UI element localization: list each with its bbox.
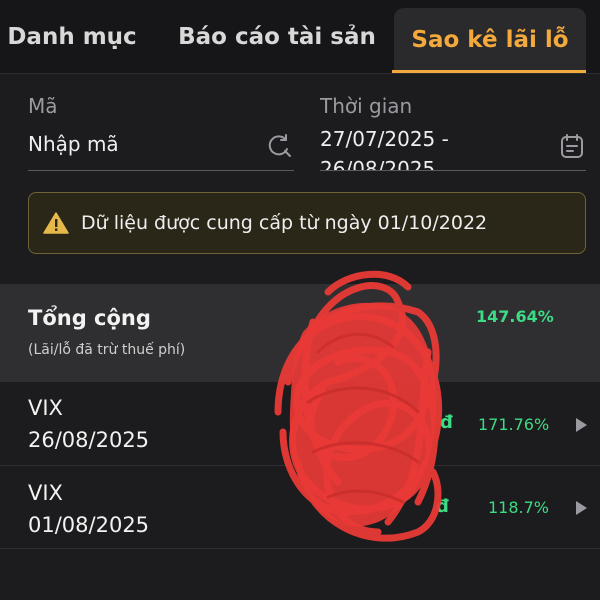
trade-date: 26/08/2025 (28, 428, 150, 452)
total-title: Tổng cộng (28, 306, 151, 330)
tab-profit-loss-statement[interactable]: Sao kê lãi lỗ (394, 8, 586, 72)
tab-bar: Danh mục Báo cáo tài sản Sao kê lãi lỗ (0, 0, 600, 74)
notice-text: Dữ liệu được cung cấp từ ngày 01/10/2022 (81, 212, 488, 234)
warning-icon (43, 212, 69, 234)
data-availability-notice: Dữ liệu được cung cấp từ ngày 01/10/2022 (28, 192, 586, 254)
redaction-scribble (274, 270, 443, 542)
total-percent: 147.64% (476, 307, 554, 326)
total-subtitle: (Lãi/lỗ đã trừ thuế phí) (28, 342, 186, 358)
code-input[interactable]: Nhập mã (28, 132, 119, 156)
period-field[interactable]: 27/07/2025 - 26/08/2025 (320, 124, 520, 170)
chevron-right-icon[interactable] (574, 417, 588, 433)
period-field-underline (320, 170, 586, 171)
period-field-label: Thời gian (320, 94, 413, 118)
chevron-right-icon[interactable] (574, 500, 588, 516)
profit-percent: 171.76% (478, 415, 550, 434)
tab-portfolio[interactable]: Danh mục (0, 0, 152, 74)
search-refresh-icon[interactable] (266, 132, 292, 158)
stock-symbol: VIX (28, 481, 63, 505)
tab-divider (0, 73, 600, 74)
stock-symbol: VIX (28, 396, 63, 420)
profit-percent: 118.7% (488, 498, 550, 517)
code-field-label: Mã (28, 94, 58, 118)
code-field-underline (28, 170, 294, 171)
tab-asset-report[interactable]: Báo cáo tài sản (172, 0, 382, 74)
trade-date: 01/08/2025 (28, 513, 150, 537)
calendar-icon[interactable] (558, 132, 586, 160)
